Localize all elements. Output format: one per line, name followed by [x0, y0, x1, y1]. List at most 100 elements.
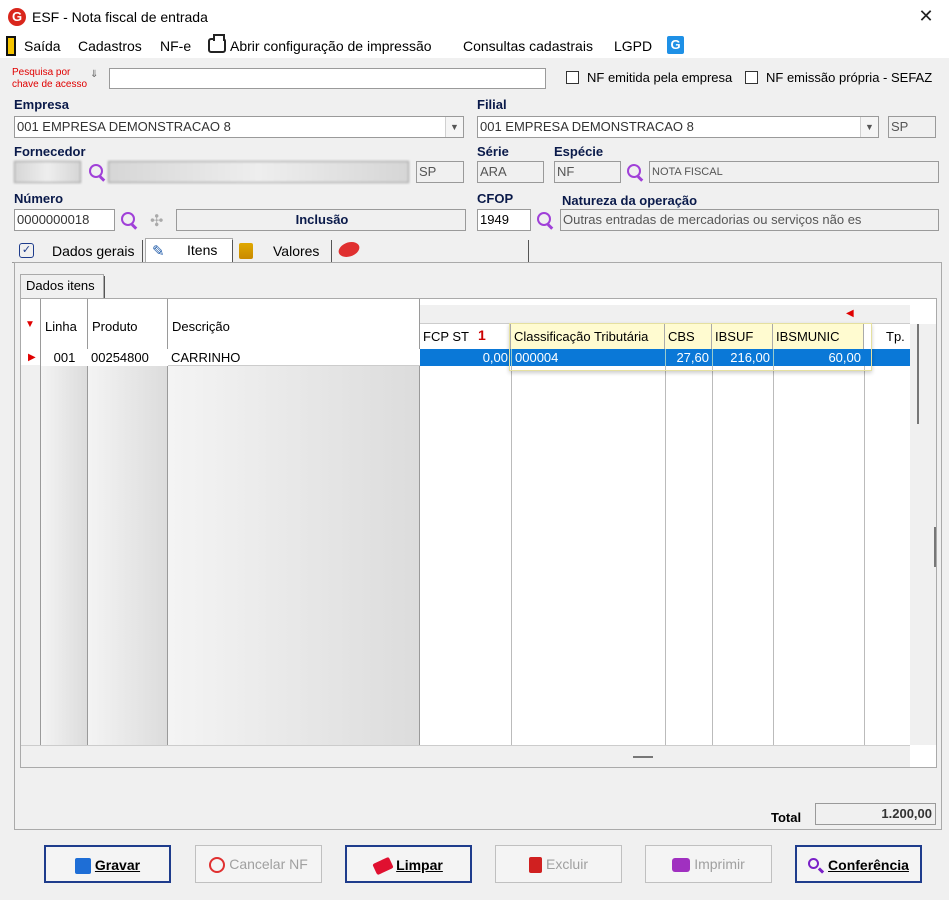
cell-tp[interactable]: [864, 349, 910, 366]
tab-separator: [528, 240, 529, 262]
app-logo-icon: G: [8, 8, 26, 26]
cell-ibsuf[interactable]: 216,00: [712, 349, 773, 366]
nf-propria-label: NF emissão própria - SEFAZ: [766, 70, 933, 85]
search-icon[interactable]: [627, 164, 643, 180]
numero-field[interactable]: 0000000018: [14, 209, 115, 231]
menu-lgpd[interactable]: LGPD: [614, 38, 652, 54]
search-icon: [808, 858, 825, 874]
check-icon: ✓: [19, 243, 34, 258]
status-field: Inclusão: [176, 209, 466, 231]
col-label: IBSUF: [715, 329, 754, 344]
exit-icon[interactable]: [6, 36, 16, 56]
save-icon: [74, 858, 91, 875]
tab-dados-gerais[interactable]: Dados gerais: [52, 243, 135, 259]
gravar-button[interactable]: Gravar: [44, 845, 171, 883]
col-label: FCP ST: [423, 329, 469, 344]
excluir-button[interactable]: Excluir: [495, 845, 622, 883]
cfop-field[interactable]: 1949: [477, 209, 531, 231]
down-arrow-icon: ⇓: [90, 69, 99, 80]
especie-desc-field: NOTA FISCAL: [649, 161, 939, 183]
col-header-ibsuf[interactable]: IBSUF: [712, 324, 773, 349]
brand-tab-icon[interactable]: [336, 242, 362, 257]
chevron-down-icon[interactable]: ▼: [445, 117, 463, 137]
scroll-thumb[interactable]: [917, 324, 919, 424]
scroll-grip[interactable]: [633, 756, 653, 758]
col-header-tp[interactable]: Tp.: [864, 324, 910, 349]
panel-scroll-grip[interactable]: [934, 527, 936, 567]
chevron-down-icon[interactable]: ▼: [860, 117, 878, 137]
table-row[interactable]: ▶ 001 00254800 CARRINHO 0,00 000004 27,6…: [21, 349, 910, 366]
menu-consultas[interactable]: Consultas cadastrais: [463, 38, 593, 54]
cell-cbs[interactable]: 27,60: [665, 349, 712, 366]
produto-column: [88, 365, 168, 745]
header-band: [420, 305, 910, 323]
menu-saida[interactable]: Saída: [24, 38, 61, 54]
col-label: Tp.: [886, 329, 905, 344]
subtab-dados-itens[interactable]: Dados itens: [20, 274, 104, 298]
col-line: [864, 365, 865, 745]
search-icon[interactable]: [121, 212, 137, 228]
horizontal-scrollbar[interactable]: [21, 745, 910, 767]
window-title: ESF - Nota fiscal de entrada: [32, 9, 208, 25]
edit-icon: ✎: [152, 243, 165, 260]
menu-cadastros[interactable]: Cadastros: [78, 38, 142, 54]
empresa-label: Empresa: [14, 97, 69, 112]
close-icon[interactable]: ✕: [914, 5, 938, 27]
sort-left-icon: ◀: [846, 308, 854, 319]
tab-itens[interactable]: Itens: [187, 242, 217, 258]
subtab-separator: [104, 276, 105, 298]
filial-label: Filial: [477, 97, 507, 112]
empresa-select[interactable]: 001 EMPRESA DEMONSTRACAO 8 ▼: [14, 116, 464, 138]
fornecedor-name-field: [108, 161, 409, 183]
plus-icon[interactable]: ✣: [150, 211, 163, 231]
menu-nfe[interactable]: NF-e: [160, 38, 191, 54]
items-grid[interactable]: ▼ Linha Produto Descrição ◀ FCP ST 1 Cla…: [20, 298, 937, 768]
nf-propria-checkbox[interactable]: [745, 71, 758, 84]
col-line: [773, 365, 774, 745]
col-line: [511, 365, 512, 745]
col-label: Produto: [92, 319, 138, 334]
col-header-class-trib[interactable]: Classificação Tributária: [511, 324, 665, 349]
cell-ibsmunic[interactable]: 60,00: [773, 349, 864, 366]
especie-label: Espécie: [554, 144, 604, 159]
cell-class-trib[interactable]: 000004: [511, 349, 665, 366]
tab-valores[interactable]: Valores: [273, 243, 319, 259]
menu-config-impressao[interactable]: Abrir configuração de impressão: [230, 38, 432, 54]
total-field: 1.200,00: [815, 803, 936, 825]
serie-field[interactable]: ARA: [477, 161, 544, 183]
vertical-scrollbar[interactable]: [910, 324, 936, 745]
cell-descricao: CARRINHO: [168, 349, 420, 366]
cfop-label: CFOP: [477, 191, 514, 206]
limpar-button[interactable]: Limpar: [345, 845, 472, 883]
natureza-label: Natureza da operação: [562, 193, 698, 208]
eraser-icon: [372, 857, 394, 876]
search-label: Pesquisa por chave de acesso: [12, 67, 88, 90]
cell-fcp-st[interactable]: 0,00: [420, 349, 511, 366]
col-header-fcp-st[interactable]: FCP ST 1: [420, 324, 511, 349]
printer-icon: [672, 858, 691, 873]
descricao-column: [168, 365, 420, 745]
total-label: Total: [771, 810, 802, 825]
especie-code-field[interactable]: NF: [554, 161, 621, 183]
printer-icon: [208, 34, 226, 53]
chave-acesso-input[interactable]: [109, 68, 546, 89]
fornecedor-code-field[interactable]: [14, 161, 81, 183]
filial-select[interactable]: 001 EMPRESA DEMONSTRACAO 8 ▼: [477, 116, 879, 138]
linha-column: [41, 365, 88, 745]
nf-empresa-checkbox[interactable]: [566, 71, 579, 84]
brand-g-icon[interactable]: G: [667, 36, 684, 54]
imprimir-button[interactable]: Imprimir: [645, 845, 772, 883]
cell-linha: 001: [41, 349, 88, 366]
nf-empresa-label: NF emitida pela empresa: [587, 70, 733, 85]
col-header-cbs[interactable]: CBS: [665, 324, 712, 349]
col-label: Linha: [45, 319, 77, 334]
tab-separator: [142, 240, 143, 262]
search-icon[interactable]: [537, 212, 553, 228]
col-header-ibsmunic[interactable]: IBSMUNIC: [773, 324, 864, 349]
tab-separator: [331, 240, 332, 262]
row-pointer-icon: ▶: [28, 352, 36, 363]
cancelar-nf-button[interactable]: Cancelar NF: [195, 845, 322, 883]
col-label: CBS: [668, 329, 695, 344]
search-icon[interactable]: [89, 164, 105, 180]
conferencia-button[interactable]: Conferência: [795, 845, 922, 883]
